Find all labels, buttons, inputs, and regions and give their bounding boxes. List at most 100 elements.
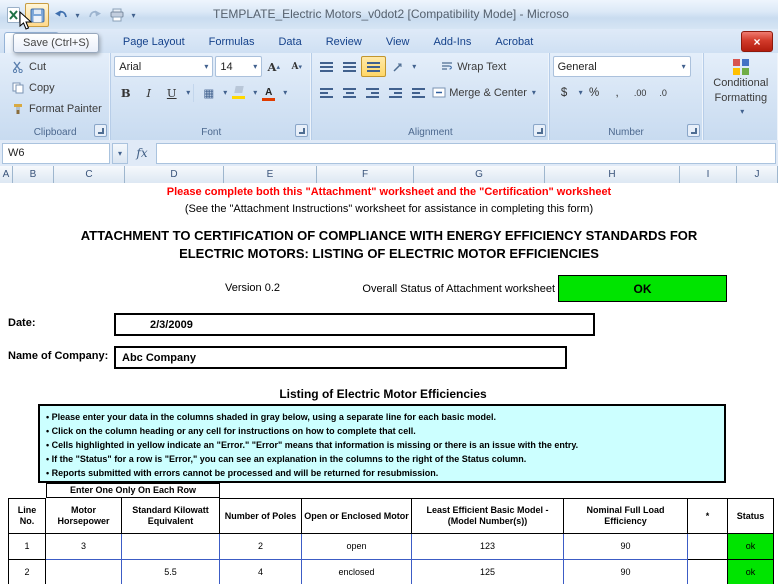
bold-button[interactable]: B — [114, 83, 137, 102]
increase-decimal-button[interactable]: .00 — [629, 83, 652, 102]
formula-input[interactable] — [156, 143, 776, 164]
column-header-j[interactable]: J — [737, 166, 778, 183]
cell-line-no[interactable]: 1 — [8, 534, 46, 560]
clipboard-dialog-launcher[interactable] — [94, 124, 107, 137]
increase-indent-button[interactable] — [407, 83, 430, 102]
align-center-button[interactable] — [338, 83, 361, 102]
cell-status[interactable]: ok — [728, 560, 774, 584]
undo-caret[interactable]: ▾ — [73, 11, 82, 20]
underline-caret[interactable]: ▾ — [186, 88, 190, 97]
col-header-line-no[interactable]: Line No. — [8, 498, 46, 534]
col-header-efficiency[interactable]: Nominal Full Load Efficiency — [564, 498, 688, 534]
mouse-cursor — [19, 11, 32, 35]
company-value-cell[interactable]: Abc Company — [114, 346, 567, 369]
overall-status-value[interactable]: OK — [558, 275, 727, 302]
copy-button[interactable]: Copy — [0, 79, 110, 97]
align-bottom-button[interactable] — [361, 56, 386, 77]
column-header-a[interactable]: A — [0, 166, 13, 183]
cell-poles[interactable]: 4 — [220, 560, 302, 584]
font-size-select[interactable]: 14 ▾ — [215, 56, 262, 77]
alignment-group: ▾ Wrap Text Merge & Center ▾ Alig — [312, 53, 549, 140]
cell-kilowatt[interactable]: 5.5 — [122, 560, 220, 584]
percent-button[interactable]: % — [583, 83, 606, 102]
table-group-header[interactable]: Enter One Only On Each Row — [46, 483, 220, 498]
italic-button[interactable]: I — [137, 83, 160, 102]
fill-color-button[interactable] — [227, 83, 250, 102]
decrease-indent-button[interactable] — [384, 83, 407, 102]
conditional-formatting-button[interactable]: Conditional Formatting ▾ — [704, 53, 778, 117]
cell-asterisk[interactable] — [688, 534, 728, 560]
worksheet[interactable]: Please complete both this "Attachment" w… — [0, 183, 778, 584]
cell-open-enclosed[interactable]: enclosed — [302, 560, 412, 584]
decrease-decimal-button[interactable]: .0 — [652, 83, 675, 102]
cell-line-no[interactable]: 2 — [8, 560, 46, 584]
print-button[interactable] — [106, 4, 128, 26]
col-header-horsepower[interactable]: Motor Horsepower — [46, 498, 122, 534]
cell-model[interactable]: 125 — [412, 560, 564, 584]
cell-efficiency[interactable]: 90 — [564, 560, 688, 584]
redo-button[interactable] — [83, 4, 105, 26]
col-header-open-enclosed[interactable]: Open or Enclosed Motor — [302, 498, 412, 534]
qat-more-button[interactable]: ▾ — [129, 11, 138, 20]
cell-status[interactable]: ok — [728, 534, 774, 560]
tab-add-ins[interactable]: Add-Ins — [421, 32, 483, 53]
align-right-button[interactable] — [361, 83, 384, 102]
orientation-caret[interactable]: ▾ — [412, 62, 416, 71]
date-value-cell[interactable]: 2/3/2009 — [114, 313, 595, 336]
close-button[interactable]: × — [741, 31, 773, 52]
font-dialog-launcher[interactable] — [295, 124, 308, 137]
font-family-select[interactable]: Arial ▾ — [114, 56, 213, 77]
comma-style-button[interactable]: , — [606, 83, 629, 102]
tab-acrobat[interactable]: Acrobat — [483, 32, 545, 53]
currency-button[interactable]: $ — [553, 83, 576, 102]
format-painter-button[interactable]: Format Painter — [0, 100, 110, 118]
cell-poles[interactable]: 2 — [220, 534, 302, 560]
number-format-select[interactable]: General ▾ — [553, 56, 691, 77]
tab-review[interactable]: Review — [314, 32, 374, 53]
cut-button[interactable]: Cut — [0, 58, 110, 76]
cell-horsepower[interactable]: 3 — [46, 534, 122, 560]
orientation-button[interactable] — [386, 57, 409, 76]
col-header-status[interactable]: Status — [728, 498, 774, 534]
borders-button[interactable]: ▦ — [197, 83, 220, 102]
cell-horsepower[interactable] — [46, 560, 122, 584]
column-header-d[interactable]: D — [125, 166, 224, 183]
shrink-font-button[interactable]: A▾ — [285, 57, 308, 76]
align-left-button[interactable] — [315, 83, 338, 102]
column-header-h[interactable]: H — [545, 166, 680, 183]
tab-formulas[interactable]: Formulas — [197, 32, 267, 53]
tab-page-layout[interactable]: Page Layout — [111, 32, 197, 53]
grow-font-button[interactable]: A▴ — [262, 57, 285, 76]
font-color-caret[interactable]: ▾ — [283, 88, 287, 97]
col-header-model[interactable]: Least Efficient Basic Model - (Model Num… — [412, 498, 564, 534]
column-header-i[interactable]: I — [680, 166, 737, 183]
alignment-dialog-launcher[interactable] — [533, 124, 546, 137]
cell-model[interactable]: 123 — [412, 534, 564, 560]
align-top-button[interactable] — [315, 57, 338, 76]
cell-efficiency[interactable]: 90 — [564, 534, 688, 560]
col-header-poles[interactable]: Number of Poles — [220, 498, 302, 534]
wrap-text-button[interactable]: Wrap Text — [438, 57, 508, 76]
column-header-g[interactable]: G — [414, 166, 545, 183]
tab-view[interactable]: View — [374, 32, 422, 53]
number-dialog-launcher[interactable] — [687, 124, 700, 137]
cell-asterisk[interactable] — [688, 560, 728, 584]
column-header-f[interactable]: F — [317, 166, 414, 183]
merge-center-caret[interactable]: ▾ — [532, 88, 536, 97]
align-middle-button[interactable] — [338, 57, 361, 76]
merge-center-button[interactable]: Merge & Center — [430, 83, 529, 102]
column-header-b[interactable]: B — [13, 166, 54, 183]
col-header-kilowatt[interactable]: Standard Kilowatt Equivalent — [122, 498, 220, 534]
cell-open-enclosed[interactable]: open — [302, 534, 412, 560]
font-color-button[interactable]: A — [257, 83, 280, 102]
tab-data[interactable]: Data — [266, 32, 313, 53]
cell-kilowatt[interactable] — [122, 534, 220, 560]
col-header-asterisk[interactable]: * — [688, 498, 728, 534]
column-header-e[interactable]: E — [224, 166, 317, 183]
name-box[interactable]: W6 — [2, 143, 110, 164]
insert-function-button[interactable]: fx — [130, 146, 154, 160]
underline-button[interactable]: U — [160, 83, 183, 102]
name-box-caret[interactable]: ▾ — [112, 143, 128, 164]
undo-button[interactable] — [50, 4, 72, 26]
column-header-c[interactable]: C — [54, 166, 125, 183]
